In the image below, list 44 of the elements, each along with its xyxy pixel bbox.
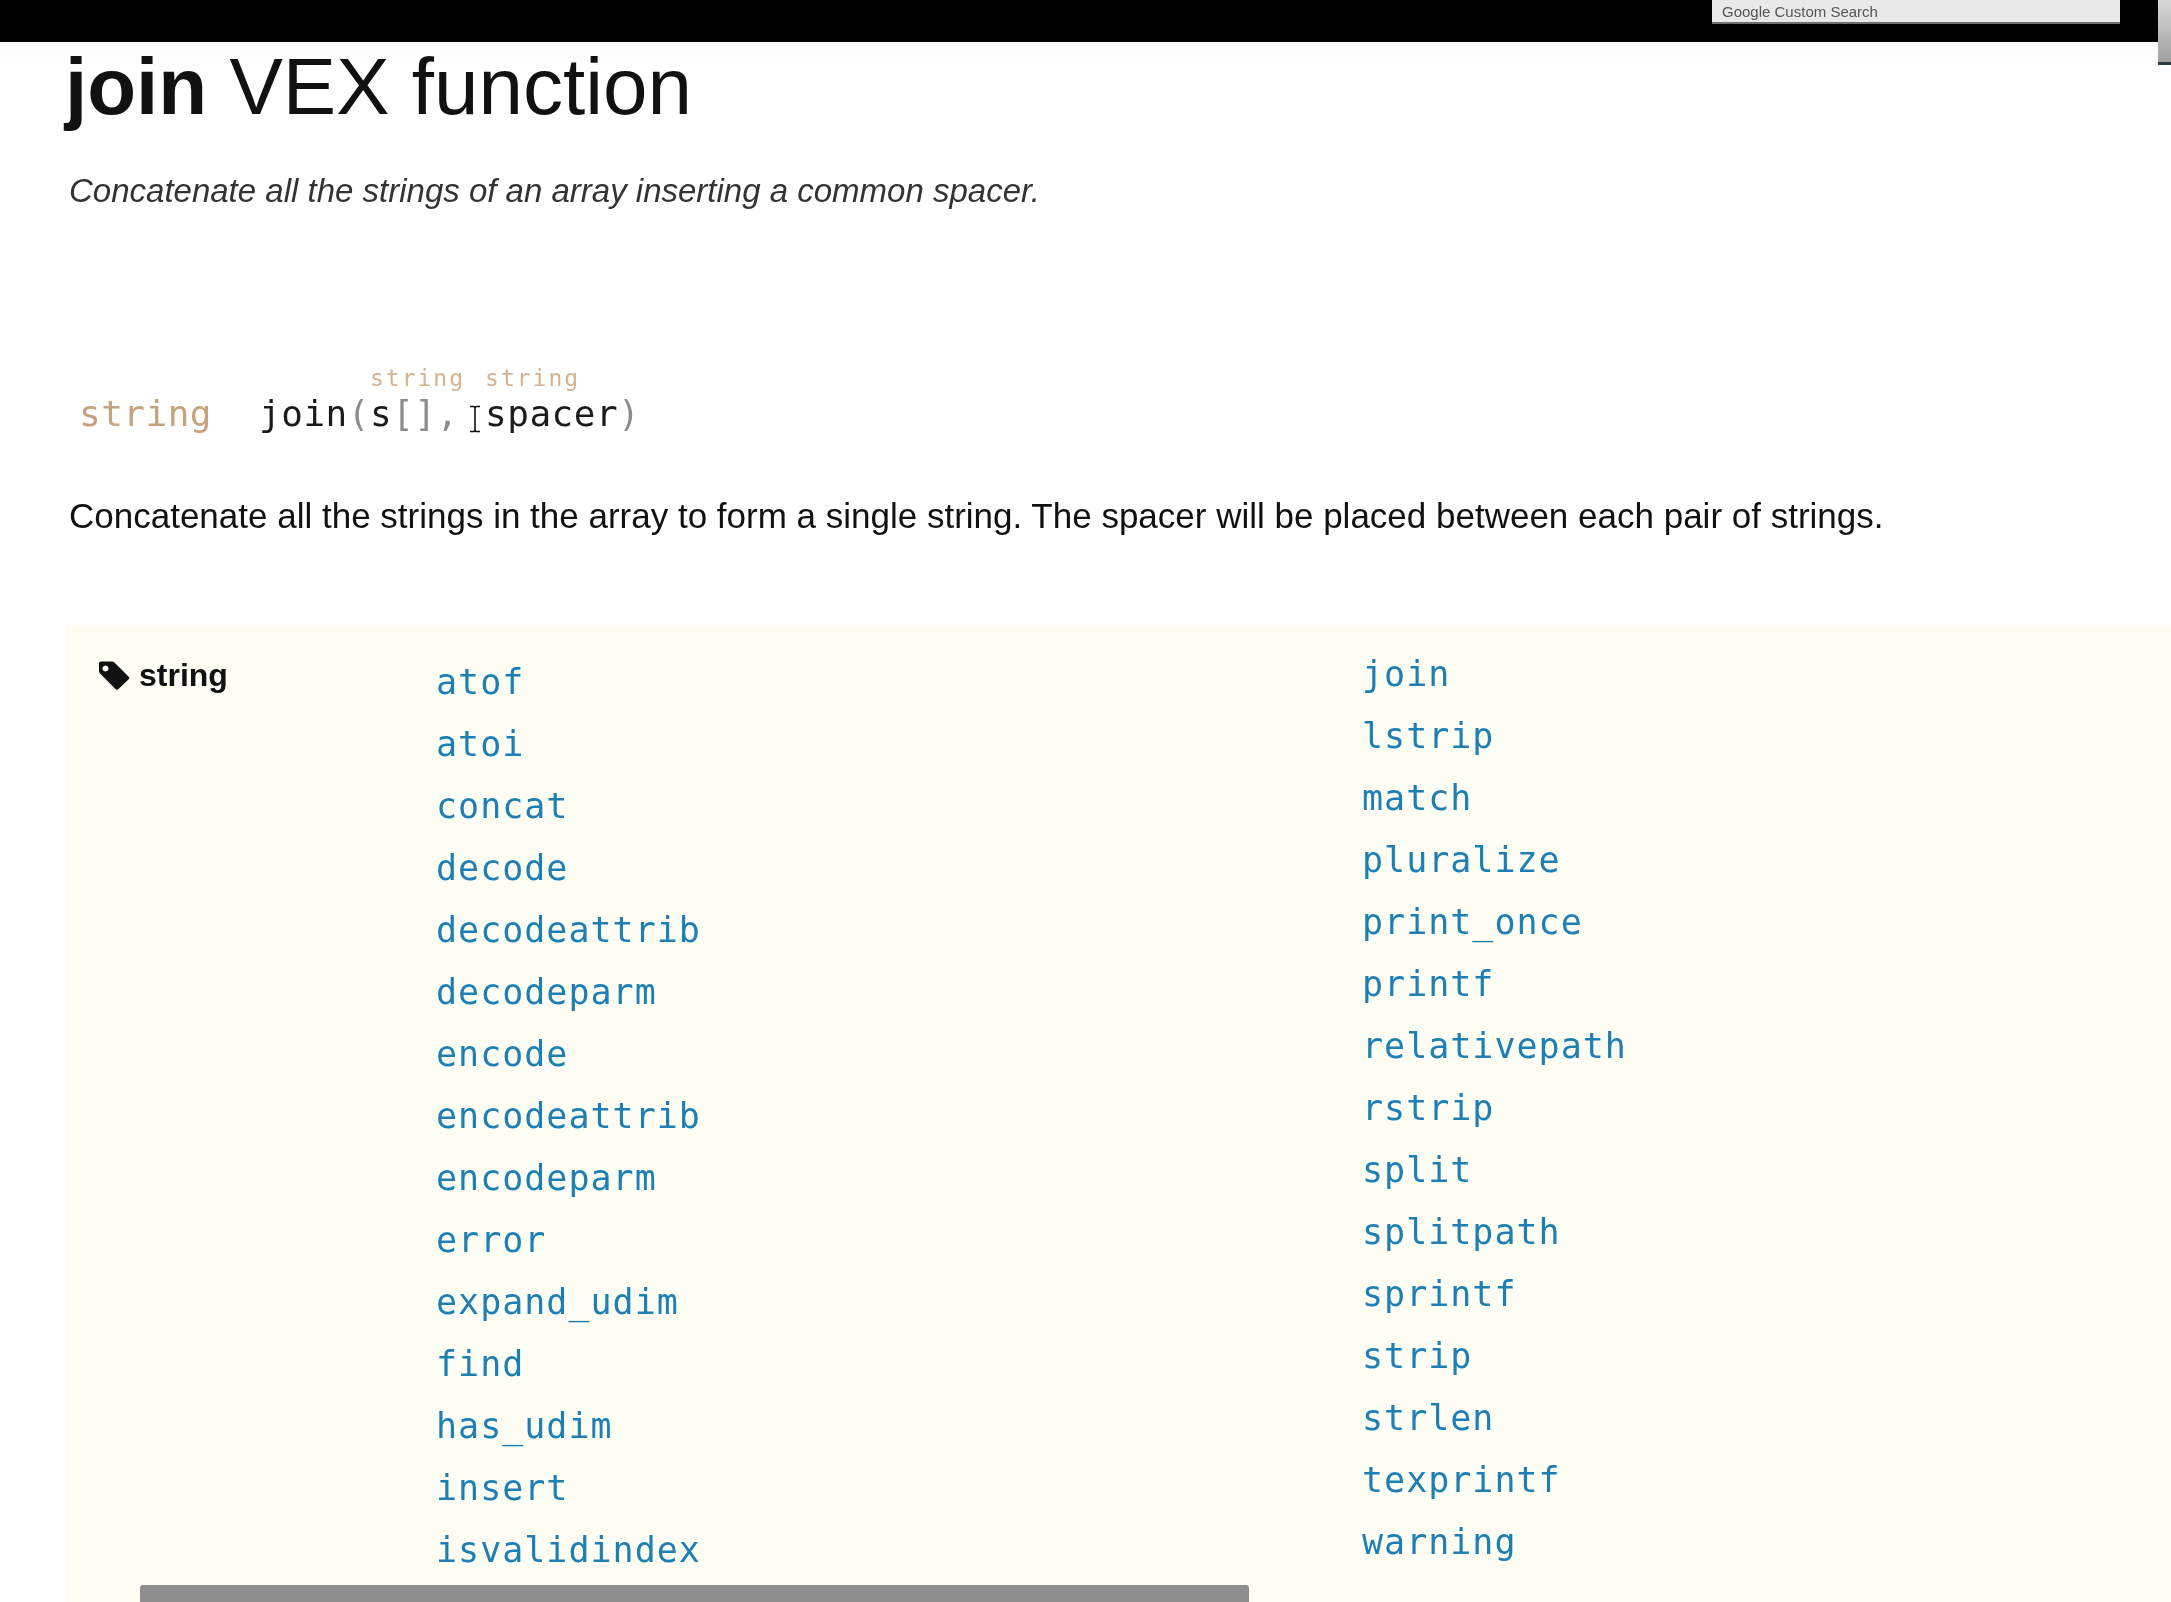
function-link[interactable]: splitpath [1362, 1212, 1561, 1252]
text-cursor-icon [469, 405, 482, 433]
function-link[interactable]: lstrip [1362, 716, 1495, 756]
function-link[interactable]: print_once [1362, 902, 1583, 942]
function-link[interactable]: error [436, 1220, 547, 1260]
function-summary: Concatenate all the strings of an array inserting a common spacer. [69, 171, 1040, 211]
function-link[interactable]: match [1362, 778, 1473, 818]
function-link[interactable]: concat [436, 786, 569, 826]
function-link[interactable]: decodeparm [436, 972, 657, 1012]
param-name: spacer) [485, 392, 641, 436]
function-link[interactable]: isvalidindex [436, 1530, 701, 1570]
return-type: string [79, 392, 213, 436]
function-link[interactable]: printf [1362, 964, 1495, 1004]
scrollbar-thumb[interactable] [2158, 0, 2171, 65]
function-link[interactable]: encode [436, 1034, 569, 1074]
function-link[interactable]: strlen [1362, 1398, 1495, 1438]
function-link[interactable]: decode [436, 848, 569, 888]
tag-icon [97, 660, 131, 690]
param-type: string [485, 365, 581, 391]
function-link[interactable]: encodeparm [436, 1158, 657, 1198]
function-link[interactable]: sprintf [1362, 1274, 1517, 1314]
function-link[interactable]: atof [436, 662, 525, 702]
function-link[interactable]: relativepath [1362, 1026, 1627, 1066]
function-link[interactable]: strip [1362, 1336, 1473, 1376]
function-link[interactable]: encodeattrib [436, 1096, 701, 1136]
param-type: string [369, 365, 466, 391]
search-field[interactable]: Google Custom Search [1712, 0, 2120, 24]
tag-label: string [139, 656, 228, 695]
function-link[interactable]: insert [436, 1468, 569, 1508]
function-link[interactable]: has_udim [436, 1406, 613, 1446]
function-link[interactable]: expand_udim [436, 1282, 679, 1322]
function-link[interactable]: warning [1362, 1522, 1517, 1562]
function-link[interactable]: rstrip [1362, 1088, 1495, 1128]
function-link[interactable]: atoi [436, 724, 525, 764]
function-link[interactable]: join [1362, 654, 1451, 694]
function-link[interactable]: pluralize [1362, 840, 1561, 880]
function-link[interactable]: split [1362, 1150, 1473, 1190]
page-title: join VEX function [65, 42, 692, 132]
function-link[interactable]: decodeattrib [436, 910, 701, 950]
function-link[interactable]: texprintf [1362, 1460, 1561, 1500]
param-name: s[], [369, 392, 459, 436]
function-description: Concatenate all the strings in the array to form a single string. The spacer will be placed between each pair of strings. [69, 495, 1884, 537]
function-name: join( [259, 392, 370, 436]
function-link[interactable]: find [436, 1344, 525, 1384]
